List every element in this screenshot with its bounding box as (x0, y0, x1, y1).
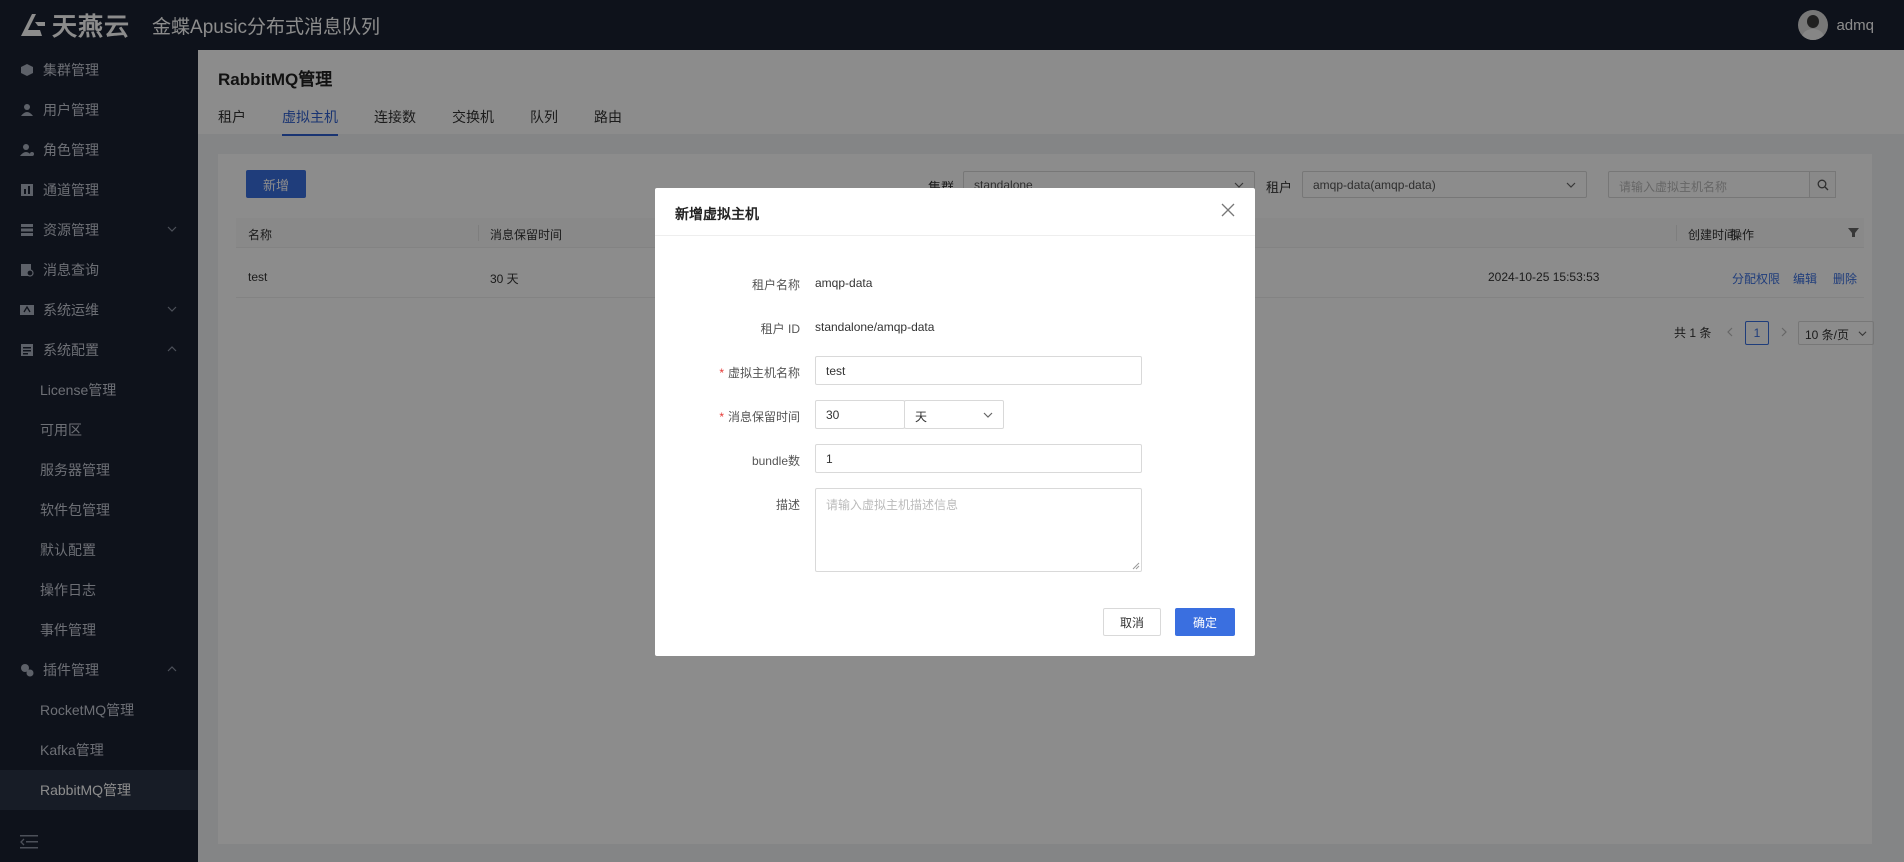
bundle-value: 1 (826, 452, 833, 466)
retention-unit-select[interactable]: 天 (904, 400, 1004, 429)
retention-value: 30 (826, 408, 840, 422)
retention-label: * 消息保留时间 (719, 410, 800, 424)
vhost-name-label: * 虚拟主机名称 (719, 366, 800, 380)
resize-handle-icon[interactable] (1132, 562, 1140, 570)
close-icon[interactable] (1221, 203, 1235, 217)
confirm-button[interactable]: 确定 (1175, 608, 1235, 636)
tenant-id-label: 租户 ID (760, 322, 800, 336)
retention-input[interactable]: 30 (815, 400, 905, 429)
retention-unit-value: 天 (915, 410, 928, 424)
tenant-name-value: amqp-data (815, 276, 873, 290)
description-label: 描述 (775, 498, 800, 512)
vhost-name-input[interactable]: test (815, 356, 1142, 385)
tenant-id-value: standalone/amqp-data (815, 320, 935, 334)
dialog-header: 新增虚拟主机 (655, 188, 1255, 236)
bundle-input[interactable]: 1 (815, 444, 1142, 473)
description-textarea[interactable]: 请输入虚拟主机描述信息 (815, 488, 1142, 572)
chevron-down-icon (983, 412, 993, 418)
vhost-name-value: test (826, 364, 846, 378)
tenant-name-label: 租户名称 (751, 278, 800, 292)
description-placeholder: 请输入虚拟主机描述信息 (826, 498, 959, 512)
bundle-label: bundle数 (751, 454, 800, 468)
add-vhost-dialog: 新增虚拟主机 租户名称 amqp-data 租户 ID standalone/a… (655, 188, 1255, 656)
cancel-button[interactable]: 取消 (1103, 608, 1161, 636)
dialog-title: 新增虚拟主机 (675, 206, 759, 222)
